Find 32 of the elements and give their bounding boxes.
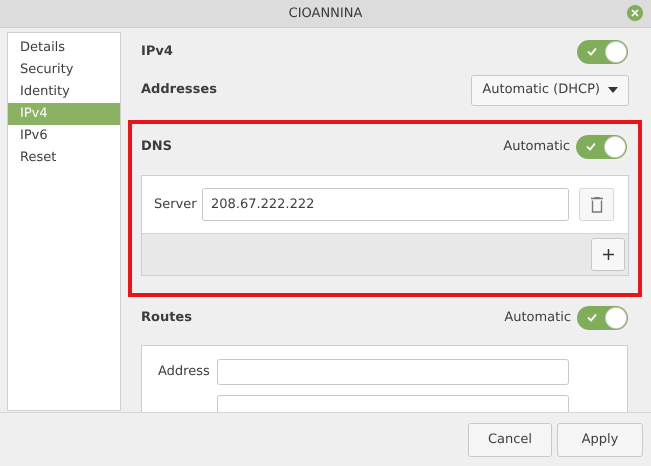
window-title: CIOANNINA <box>288 4 362 23</box>
dialog-button[interactable]: Cancel <box>468 422 552 456</box>
sidebar-item[interactable]: Security <box>8 59 120 81</box>
toggle-switch[interactable] <box>576 135 627 159</box>
dropdown-caret-icon <box>608 87 618 93</box>
check-icon <box>587 313 597 322</box>
automatic-label: Automatic <box>504 309 571 328</box>
sidebar-item[interactable]: Details <box>8 37 120 59</box>
sidebar-item[interactable]: IPv6 <box>8 125 120 147</box>
section-label: DNS <box>141 138 172 156</box>
check-icon <box>587 47 597 56</box>
field-label: Address <box>158 363 211 382</box>
field-label: Server <box>154 196 198 214</box>
input-field[interactable] <box>217 359 569 385</box>
server-input-field[interactable]: 208.67.222.222 <box>202 188 569 221</box>
close-button[interactable] <box>627 5 643 21</box>
plus-icon <box>602 249 614 260</box>
toggle-switch[interactable] <box>577 40 628 64</box>
close-icon <box>631 9 639 17</box>
section-label: Addresses <box>141 81 217 100</box>
section-label: IPv4 <box>141 43 173 62</box>
delete-button[interactable] <box>579 188 614 221</box>
trash-icon <box>590 196 604 212</box>
check-icon <box>586 142 596 151</box>
sidebar-item[interactable]: Identity <box>8 81 120 103</box>
sidebar-item[interactable]: Reset <box>8 147 120 169</box>
section-label: Routes <box>141 309 192 328</box>
dialog-button[interactable]: Apply <box>557 422 643 456</box>
toggle-switch[interactable] <box>577 306 628 330</box>
automatic-label: Automatic <box>503 138 570 156</box>
method-dropdown[interactable]: Automatic (DHCP) <box>471 74 629 106</box>
add-button[interactable] <box>591 238 625 271</box>
